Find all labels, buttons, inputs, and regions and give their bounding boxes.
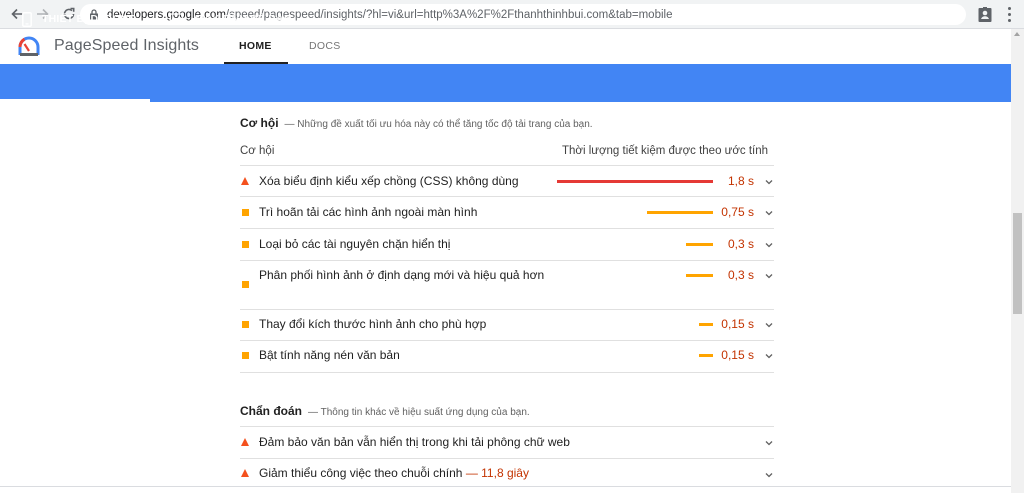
browser-menu-icon[interactable] [1002,6,1016,23]
phone-icon [22,11,32,27]
fail-triangle-icon [241,469,249,477]
divider [240,260,774,261]
device-tab-bar [0,64,1011,102]
opportunities-heading: Cơ hội — Những đề xuất tối ưu hóa này có … [240,116,593,130]
opportunity-label[interactable]: Xóa biểu định kiểu xếp chồng (CSS) không… [259,172,519,191]
divider [240,228,774,229]
column-header-savings: Thời lượng tiết kiệm được theo ước tính [562,145,769,157]
opportunity-label[interactable]: Bật tính năng nén văn bản [259,346,400,365]
diagnostic-label: Giảm thiểu công việc theo chuỗi chính [259,466,463,480]
laptop-icon [168,12,185,25]
opportunity-label[interactable]: Trì hoãn tải các hình ảnh ngoài màn hình [259,203,477,222]
chevron-down-icon[interactable] [765,242,773,248]
savings-value: 0,3 s [727,237,754,251]
diagnostic-label[interactable]: Đảm bảo văn bản vẫn hiển thị trong khi t… [259,433,570,452]
tab-desktop-label: MÁY TÍNH ĐỂ BÀN [195,13,292,25]
tab-desktop[interactable]: MÁY TÍNH ĐỂ BÀN [168,0,292,38]
divider [240,196,774,197]
savings-value: 0,15 s [721,348,754,362]
tab-mobile-label: THIẾT BỊ DI ĐỘNG [42,13,137,25]
chevron-down-icon[interactable] [765,322,773,328]
url-path: /speed/pagespeed/insights/?hl=vi&url=htt… [225,8,673,21]
savings-value: 1,8 s [727,174,754,188]
divider [240,165,774,166]
savings-value: 0,15 s [721,317,754,331]
chevron-down-icon[interactable] [765,440,773,446]
diagnostic-value: — 11,8 giây [465,466,529,480]
divider [240,340,774,341]
chevron-down-icon[interactable] [765,179,773,185]
diagnostics-description: — Thông tin khác về hiệu suất ứng dụng c… [308,407,530,418]
fail-triangle-icon [241,438,249,446]
divider [240,426,774,427]
pagespeed-logo-icon [18,36,40,56]
divider [240,309,774,310]
savings-value: 0,3 s [727,268,754,282]
tab-home[interactable]: HOME [239,40,272,52]
opportunity-label[interactable]: Phân phối hình ảnh ở định dạng mới và hi… [259,266,549,285]
average-square-icon [242,352,249,359]
opportunity-label[interactable]: Loại bỏ các tài nguyên chặn hiển thị [259,235,450,254]
savings-value: 0,75 s [721,205,754,219]
window-bottom-edge [0,486,1011,493]
chevron-down-icon[interactable] [765,273,773,279]
diagnostic-row[interactable]: Giảm thiểu công việc theo chuỗi chính — … [259,464,529,483]
scroll-up-arrow-icon[interactable] [1014,32,1020,36]
divider [240,372,774,373]
profile-icon[interactable] [978,7,992,22]
average-square-icon [242,281,249,288]
column-header-opportunity: Cơ hội [240,145,275,157]
chevron-down-icon[interactable] [765,472,773,478]
average-square-icon [242,321,249,328]
divider [240,458,774,459]
average-square-icon [242,209,249,216]
scrollbar-thumb[interactable] [1013,213,1022,314]
fail-triangle-icon [241,177,249,185]
browser-toolbar: developers.google.com/speed/pagespeed/in… [0,0,1024,29]
diagnostics-title: Chẩn đoán [240,404,302,418]
tab-docs[interactable]: DOCS [309,40,341,52]
opportunity-label[interactable]: Thay đổi kích thước hình ảnh cho phù hợp [259,315,486,334]
opportunities-title: Cơ hội [240,116,279,130]
average-square-icon [242,241,249,248]
chevron-down-icon[interactable] [765,353,773,359]
savings-bar [557,180,713,183]
tab-mobile[interactable]: THIẾT BỊ DI ĐỘNG [0,0,150,38]
diagnostics-heading: Chẩn đoán — Thông tin khác về hiệu suất ứ… [240,404,530,418]
active-device-indicator [0,99,150,102]
chevron-down-icon[interactable] [765,210,773,216]
app-title: PageSpeed Insights [54,37,200,54]
opportunities-description: — Những đề xuất tối ưu hóa này có thể tă… [284,119,593,130]
